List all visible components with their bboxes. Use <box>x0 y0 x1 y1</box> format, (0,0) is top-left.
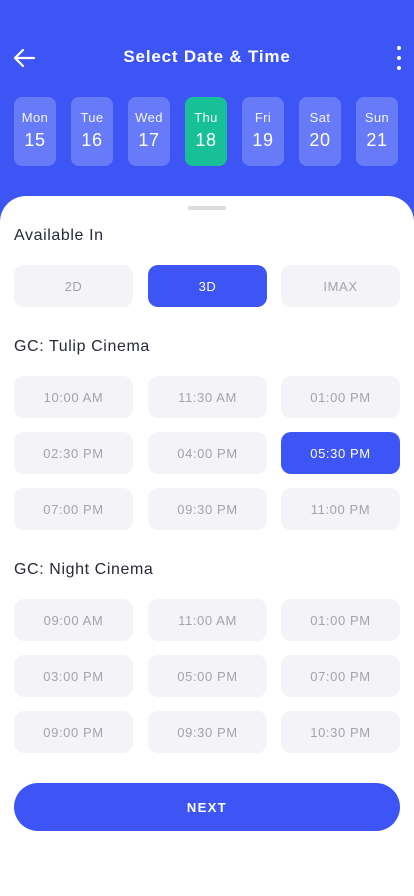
showtime-chip[interactable]: 04:00 PM <box>148 432 267 474</box>
showtime-chip[interactable]: 05:30 PM <box>281 432 400 474</box>
showtime-chip[interactable]: 09:30 PM <box>148 488 267 530</box>
day-number: 20 <box>309 130 331 150</box>
showtime-chip[interactable]: 11:30 AM <box>148 376 267 418</box>
day-name: Wed <box>135 110 163 125</box>
day-name: Mon <box>21 110 49 125</box>
cinema-title: GC: Night Cinema <box>14 561 154 578</box>
sheet-handle[interactable] <box>188 206 226 210</box>
more-options-button[interactable] <box>390 46 408 70</box>
showtime-chip[interactable]: 07:00 PM <box>14 488 133 530</box>
format-chip[interactable]: IMAX <box>281 265 400 307</box>
showtime-chip[interactable]: 09:00 PM <box>14 711 133 753</box>
day-name: Tue <box>80 110 104 125</box>
showtime-chip[interactable]: 09:00 AM <box>14 599 133 641</box>
showtime-chip[interactable]: 11:00 PM <box>281 488 400 530</box>
day-number: 17 <box>138 130 160 150</box>
day-item[interactable]: Sat 20 <box>299 97 341 166</box>
day-number: 16 <box>81 130 103 150</box>
date-selector: Mon 15 Tue 16 Wed 17 Thu 18 Fri 19 Sat 2… <box>14 97 398 166</box>
cinema-title: GC: Tulip Cinema <box>14 338 150 355</box>
format-chip[interactable]: 3D <box>148 265 267 307</box>
app-header: Select Date & Time Mon 15 Tue 16 Wed 17 … <box>0 0 414 200</box>
day-item[interactable]: Thu 18 <box>185 97 227 166</box>
booking-sheet: Available In 2D 3D IMAX GC: Tulip Cinema… <box>0 196 414 896</box>
day-item[interactable]: Wed 17 <box>128 97 170 166</box>
next-button[interactable]: NEXT <box>14 783 400 831</box>
showtime-chip[interactable]: 01:00 PM <box>281 376 400 418</box>
day-item[interactable]: Mon 15 <box>14 97 56 166</box>
showtime-chip[interactable]: 03:00 PM <box>14 655 133 697</box>
day-number: 15 <box>24 130 46 150</box>
showtime-chip[interactable]: 09:30 PM <box>148 711 267 753</box>
day-name: Fri <box>254 110 272 125</box>
showtime-chip[interactable]: 11:00 AM <box>148 599 267 641</box>
showtime-chip[interactable]: 10:30 PM <box>281 711 400 753</box>
day-item[interactable]: Tue 16 <box>71 97 113 166</box>
showtime-chip[interactable]: 10:00 AM <box>14 376 133 418</box>
showtime-chip[interactable]: 07:00 PM <box>281 655 400 697</box>
day-number: 21 <box>366 130 388 150</box>
page-title: Select Date & Time <box>123 47 291 66</box>
day-name: Sun <box>364 110 390 125</box>
showtime-chip[interactable]: 05:00 PM <box>148 655 267 697</box>
showtime-chip[interactable]: 01:00 PM <box>281 599 400 641</box>
day-name: Thu <box>194 110 218 125</box>
available-in-title: Available In <box>14 227 104 244</box>
day-number: 18 <box>195 130 217 150</box>
format-chip[interactable]: 2D <box>14 265 133 307</box>
showtime-chip[interactable]: 02:30 PM <box>14 432 133 474</box>
day-number: 19 <box>252 130 274 150</box>
day-item[interactable]: Fri 19 <box>242 97 284 166</box>
day-name: Sat <box>309 110 331 125</box>
day-item[interactable]: Sun 21 <box>356 97 398 166</box>
more-vertical-icon <box>397 46 401 50</box>
